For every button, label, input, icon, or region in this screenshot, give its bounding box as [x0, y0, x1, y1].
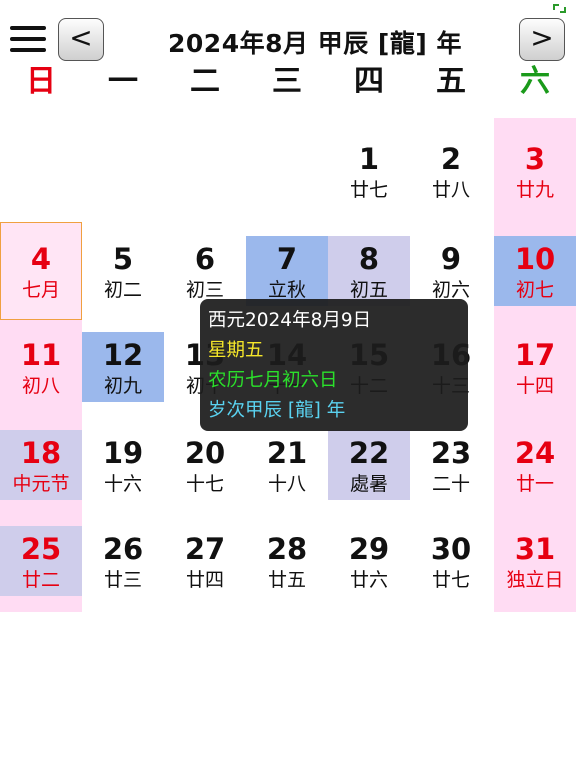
day-cell[interactable]: 1 廿七: [328, 118, 410, 216]
day-number: 28: [266, 532, 308, 566]
day-number: 6: [194, 242, 216, 276]
day-number: 7: [276, 242, 298, 276]
day-number: 24: [514, 436, 556, 470]
day-cell[interactable]: 11 初八: [0, 314, 82, 412]
day-number: 19: [102, 436, 144, 470]
popup-weekday: 星期五: [208, 340, 264, 361]
popup-lunar-date: 农历七月初六日: [208, 370, 338, 391]
lunar-date: 廿六: [349, 569, 388, 591]
lunar-date: 十四: [515, 375, 554, 397]
day-cell[interactable]: 30 廿七: [410, 508, 492, 606]
lunar-date: 独立日: [506, 569, 564, 591]
day-number: 23: [430, 436, 472, 470]
day-number: 20: [184, 436, 226, 470]
day-number: 29: [348, 532, 390, 566]
lunar-date: 廿九: [515, 179, 554, 201]
weekday-sun: 日: [26, 64, 56, 99]
day-cell[interactable]: 5 初二: [82, 218, 164, 316]
lunar-date: 十八: [267, 473, 306, 495]
weekday-fri: 五: [436, 64, 466, 99]
day-cell[interactable]: 29 廿六: [328, 508, 410, 606]
lunar-date: 廿七: [431, 569, 470, 591]
day-cell[interactable]: 3 廿九: [494, 118, 576, 216]
day-number: 27: [184, 532, 226, 566]
day-cell[interactable]: 2 廿八: [410, 118, 492, 216]
day-number: 10: [514, 242, 556, 276]
day-cell[interactable]: 25 廿二: [0, 508, 82, 606]
lunar-date: 十七: [185, 473, 224, 495]
day-number: 2: [440, 142, 462, 176]
day-cell[interactable]: 27 廿四: [164, 508, 246, 606]
lunar-date: 初九: [103, 375, 142, 397]
prev-month-button[interactable]: <: [58, 18, 104, 61]
day-number: 8: [358, 242, 380, 276]
day-number: 30: [430, 532, 472, 566]
day-number: 17: [514, 338, 556, 372]
day-number: 18: [20, 436, 62, 470]
day-cell[interactable]: 26 廿三: [82, 508, 164, 606]
lunar-date: 七月: [21, 279, 60, 301]
lunar-date: 初七: [515, 279, 554, 301]
weekday-thu: 四: [354, 64, 384, 99]
lunar-date: 初二: [103, 279, 142, 301]
lunar-date: 處暑: [349, 473, 388, 495]
day-cell[interactable]: 31 独立日: [494, 508, 576, 606]
weekday-header: 日 一 二 三 四 五 六: [0, 64, 576, 104]
day-number: 1: [358, 142, 380, 176]
lunar-date: 廿二: [21, 569, 60, 591]
weekday-mon: 一: [108, 64, 138, 99]
lunar-date: 廿三: [103, 569, 142, 591]
day-number: 22: [348, 436, 390, 470]
day-cell[interactable]: 17 十四: [494, 314, 576, 412]
day-number: 11: [20, 338, 62, 372]
month-title: 2024年8月 甲辰 [龍] 年: [168, 29, 462, 58]
weekday-wed: 三: [272, 64, 302, 99]
lunar-date: 廿一: [515, 473, 554, 495]
day-cell[interactable]: 18 中元节: [0, 412, 82, 510]
lunar-date: 十六: [103, 473, 142, 495]
day-cell[interactable]: 24 廿一: [494, 412, 576, 510]
popup-lunar-year: 岁次甲辰 [龍] 年: [208, 400, 346, 421]
day-cell[interactable]: 28 廿五: [246, 508, 328, 606]
weekday-sat: 六: [520, 64, 550, 99]
day-cell[interactable]: 12 初九: [82, 314, 164, 412]
header: < 2024年8月 甲辰 [龍] 年 >: [0, 0, 576, 70]
weekday-tue: 二: [190, 64, 220, 99]
day-number: 21: [266, 436, 308, 470]
day-cell[interactable]: 4 七月: [0, 218, 82, 320]
lunar-date: 初八: [21, 375, 60, 397]
lunar-date: 廿八: [431, 179, 470, 201]
lunar-date: 廿四: [185, 569, 224, 591]
day-number: 4: [30, 242, 52, 276]
hamburger-menu-icon[interactable]: [10, 26, 46, 54]
expand-icon[interactable]: [553, 4, 566, 13]
lunar-date: 廿五: [267, 569, 306, 591]
day-number: 5: [112, 242, 134, 276]
day-number: 9: [440, 242, 462, 276]
day-number: 12: [102, 338, 144, 372]
day-detail-popup: 西元2024年8月9日 星期五 农历七月初六日 岁次甲辰 [龍] 年: [200, 299, 468, 431]
popup-solar-date: 西元2024年8月9日: [208, 310, 372, 331]
day-cell[interactable]: 19 十六: [82, 412, 164, 510]
lunar-date: 二十: [431, 473, 470, 495]
lunar-date: 中元节: [12, 473, 70, 495]
day-number: 25: [20, 532, 62, 566]
day-cell[interactable]: 10 初七: [494, 218, 576, 316]
next-month-button[interactable]: >: [519, 18, 565, 61]
day-number: 26: [102, 532, 144, 566]
day-number: 31: [514, 532, 556, 566]
lunar-date: 廿七: [349, 179, 388, 201]
day-number: 3: [524, 142, 546, 176]
